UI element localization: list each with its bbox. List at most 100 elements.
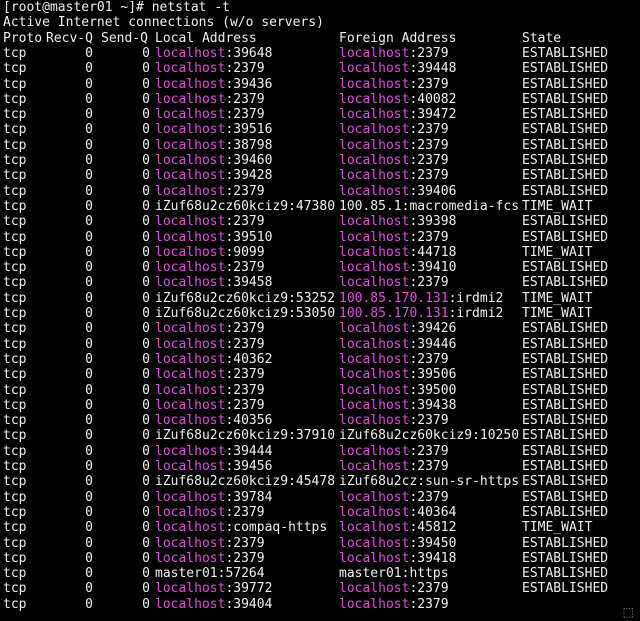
sendq-cell: 0 [142,413,150,429]
local-port: :39460 [225,153,273,168]
local-host: localhost [155,275,226,291]
foreign-address-cell: localhost:2379 [339,153,449,168]
local-address-cell: localhost:39444 [155,444,272,459]
header-proto: Proto [3,30,43,46]
local-port: :2379 [225,91,265,107]
sendq-cell: 0 [142,153,150,168]
state-cell: ESTABLISHED [522,61,609,77]
foreign-host: localhost [339,260,410,276]
local-host: localhost [155,550,226,566]
state-cell: ESTABLISHED [522,275,609,291]
foreign-host: localhost [339,550,410,566]
local-host: localhost [155,153,226,168]
local-port: :compaq-https [225,520,328,536]
local-host: localhost [155,413,226,429]
foreign-port: :45812 [409,520,457,536]
local-host: localhost [155,351,226,367]
terminal-window[interactable]: [root@master01 ~]# netstat -t Active Int… [0,0,640,621]
foreign-address-cell: localhost:39418 [339,551,456,566]
foreign-port: :2379 [409,45,449,61]
foreign-port: :2379 [409,596,449,612]
state-cell: ESTABLISHED [522,153,609,168]
local-host: localhost [155,122,226,138]
state-cell: TIME_WAIT [522,306,593,321]
foreign-host: localhost [339,229,410,245]
local-host: localhost [155,91,226,107]
local-host: localhost [155,168,226,184]
sendq-cell: 0 [142,45,150,61]
foreign-address-cell: localhost:2379 [339,352,449,367]
local-address-cell: localhost:39458 [155,275,272,290]
sendq-cell: 0 [142,122,150,138]
local-port: :2379 [225,61,265,77]
foreign-port: :39438 [409,397,457,413]
local-port: :2379 [225,382,265,398]
local-address-cell: localhost:2379 [155,551,265,566]
local-host: localhost [155,229,226,245]
foreign-port: :2379 [409,413,449,429]
local-port: :2379 [225,183,265,199]
sendq-cell: 0 [142,581,150,597]
state-cell: ESTABLISHED [522,122,609,138]
local-port: :39510 [225,229,273,245]
foreign-host: localhost [339,367,410,383]
state-cell: ESTABLISHED [522,413,609,429]
local-host: master01 [155,566,218,582]
foreign-port: :39426 [409,321,457,337]
foreign-host: localhost [339,581,410,597]
foreign-port: :2379 [409,351,449,367]
local-address-cell: iZuf68u2cz60kciz9:47380 [155,199,335,214]
foreign-port: :2379 [409,122,449,138]
local-address-cell: localhost:39428 [155,168,272,183]
local-address-cell: localhost:39784 [155,490,272,505]
foreign-host: 100.85.170.131 [339,290,449,306]
local-port: :2379 [225,535,265,551]
local-port: :45478 [288,474,336,490]
foreign-address-cell: localhost:2379 [339,581,449,596]
foreign-address-cell: localhost:2379 [339,444,449,459]
local-address-cell: localhost:2379 [155,107,265,122]
local-port: :39456 [225,459,273,474]
header-recvq: Recv-Q [46,30,93,46]
state-cell: ESTABLISHED [522,137,609,153]
local-host: localhost [155,459,226,474]
local-address-cell: localhost:2379 [155,61,265,76]
state-cell: ESTABLISHED [522,336,609,352]
local-address-cell: localhost:9099 [155,245,265,260]
local-port: :39404 [225,596,273,612]
sendq-cell: 0 [142,198,150,214]
sendq-cell: 0 [142,229,150,245]
sendq-cell: 0 [142,367,150,383]
foreign-host: localhost [339,275,410,291]
local-address-cell: localhost:40362 [155,352,272,367]
foreign-host: localhost [339,443,410,459]
foreign-port: :2379 [409,153,449,168]
foreign-address-cell: localhost:39500 [339,383,456,398]
foreign-port: :2379 [409,137,449,153]
table-header: Proto Recv-Q Send-Q Local Address Foreig… [3,31,561,46]
foreign-host: iZuf68u2cz [339,474,418,490]
header-foreign-address: Foreign Address [339,30,457,46]
local-address-cell: localhost:2379 [155,214,265,229]
local-host: iZuf68u2cz60kciz9 [155,198,289,214]
header-state: State [522,30,562,46]
local-host: localhost [155,596,226,612]
local-host: localhost [155,336,226,352]
local-address-cell: localhost:39648 [155,46,272,61]
sendq-cell: 0 [142,382,150,398]
foreign-host: localhost [339,76,410,92]
sendq-cell: 0 [142,336,150,352]
foreign-port: :2379 [409,76,449,92]
local-host: localhost [155,581,226,597]
sendq-cell: 0 [142,61,150,77]
state-cell: ESTABLISHED [522,45,609,61]
foreign-host: localhost [339,91,410,107]
foreign-host: localhost [339,214,410,230]
foreign-host: localhost [339,183,410,199]
local-host: localhost [155,244,226,260]
foreign-address-cell: localhost:39426 [339,321,456,336]
local-address-cell: iZuf68u2cz60kciz9:53050 [155,306,335,321]
local-address-cell: localhost:39404 [155,597,272,612]
foreign-address-cell: 100.85.170.131:irdmi2 [339,306,503,321]
local-port: :2379 [225,367,265,383]
